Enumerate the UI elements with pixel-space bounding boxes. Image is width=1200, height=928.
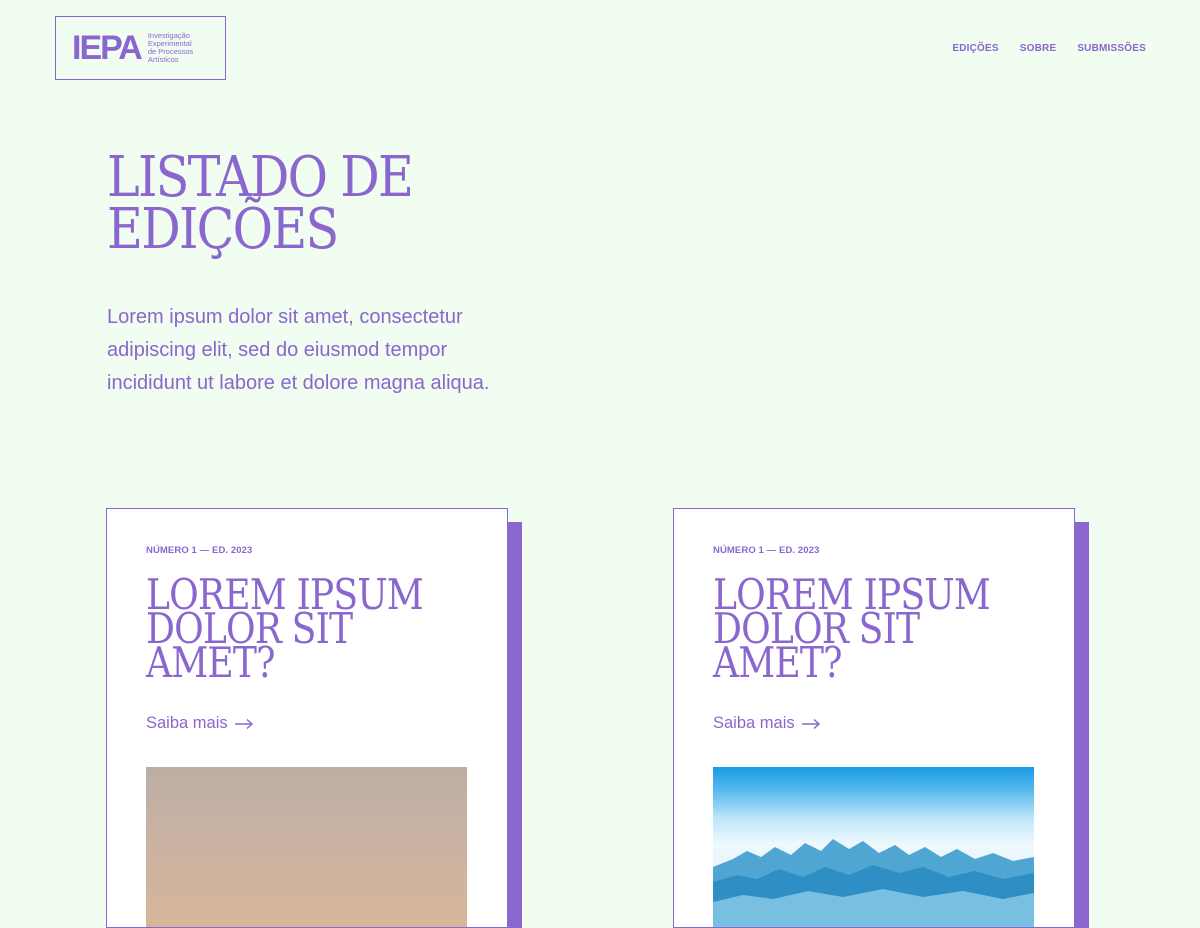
- logo-subtitle-line: Artísticos: [147, 55, 179, 64]
- arrow-right-icon: [801, 718, 820, 729]
- saiba-mais-link[interactable]: Saiba mais: [713, 714, 821, 733]
- arrow-right-icon: [234, 718, 253, 729]
- saiba-mais-label: Saiba mais: [713, 714, 795, 732]
- nav-link-edicoes[interactable]: EDIÇÕES: [952, 43, 998, 54]
- saiba-mais-label: Saiba mais: [146, 714, 228, 732]
- card-image[interactable]: [146, 767, 467, 927]
- edition-card: NÚMERO 1 — ED. 2023 LOREM IPSUM DOLOR SI…: [106, 508, 522, 928]
- card-title-line: AMET?: [146, 638, 275, 687]
- card-body: NÚMERO 1 — ED. 2023 LOREM IPSUM DOLOR SI…: [673, 508, 1075, 928]
- page-title-line: EDIÇÕES: [107, 197, 339, 262]
- main-nav: EDIÇÕES SOBRE SUBMISSÕES: [952, 43, 1146, 54]
- card-title: LOREM IPSUM DOLOR SIT AMET?: [146, 574, 456, 684]
- intro-text: Lorem ipsum dolor sit amet, consectetur …: [107, 306, 490, 394]
- logo-subtitle: Investigação Experimental de Processos A…: [148, 32, 193, 64]
- site-logo[interactable]: IEPA Investigação Experimental de Proces…: [55, 16, 226, 80]
- card-image[interactable]: [713, 767, 1034, 927]
- edition-card: NÚMERO 1 — ED. 2023 LOREM IPSUM DOLOR SI…: [673, 508, 1089, 928]
- saiba-mais-link[interactable]: Saiba mais: [146, 714, 254, 733]
- page-title: LISTADO DE EDIÇÕES: [107, 150, 565, 258]
- card-meta: NÚMERO 1 — ED. 2023: [713, 545, 820, 556]
- logo-mark: IEPA: [72, 29, 143, 67]
- card-title: LOREM IPSUM DOLOR SIT AMET?: [713, 574, 1023, 684]
- nav-link-submissoes[interactable]: SUBMISSÕES: [1077, 43, 1146, 54]
- mountains-illustration: [713, 839, 1034, 927]
- nav-link-sobre[interactable]: SOBRE: [1020, 43, 1057, 54]
- card-title-line: AMET?: [713, 638, 842, 687]
- card-body: NÚMERO 1 — ED. 2023 LOREM IPSUM DOLOR SI…: [106, 508, 508, 928]
- card-meta: NÚMERO 1 — ED. 2023: [146, 545, 253, 556]
